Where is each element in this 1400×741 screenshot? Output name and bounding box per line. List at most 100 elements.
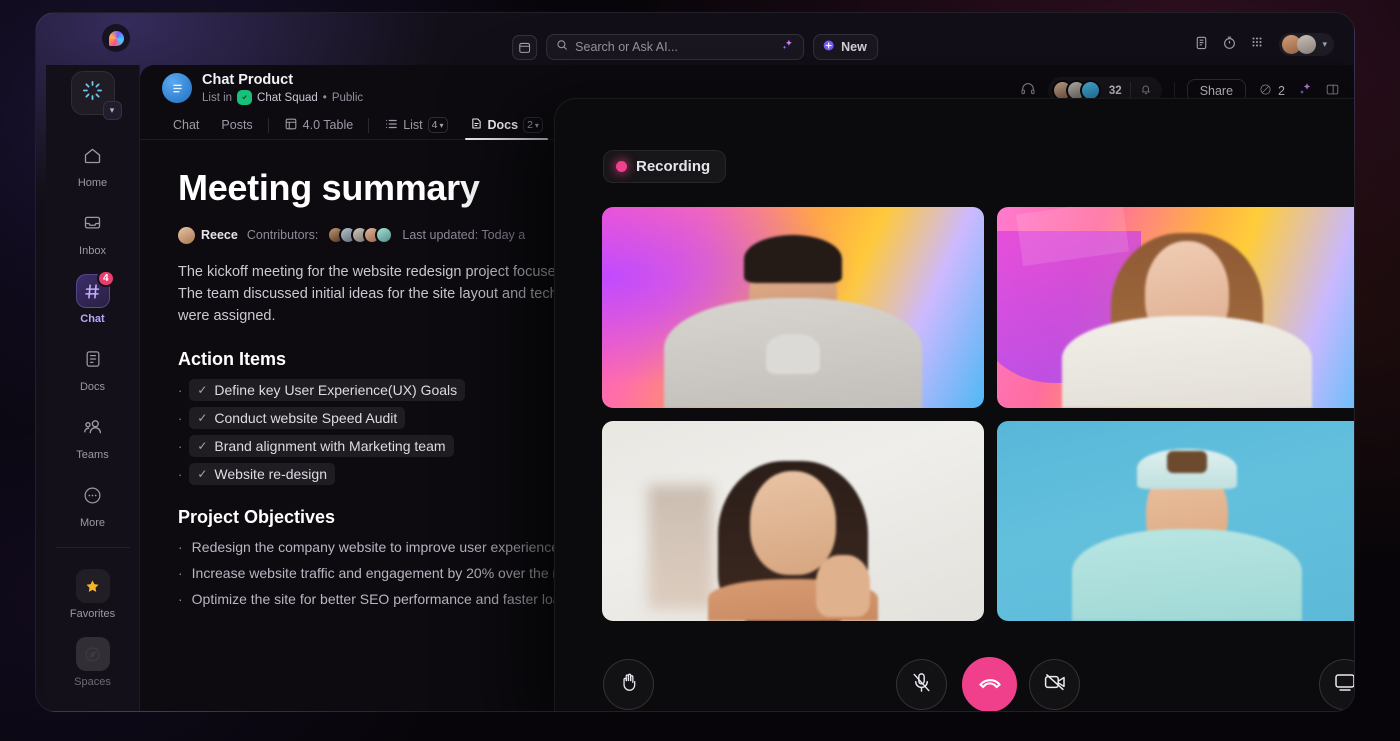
automation-icon[interactable] (1258, 82, 1273, 100)
stopwatch-icon[interactable] (1222, 35, 1237, 55)
star-icon (75, 569, 110, 603)
sidebar-item-more[interactable]: More (46, 471, 139, 535)
home-icon (76, 138, 110, 172)
tab-posts[interactable]: Posts (210, 111, 263, 140)
new-button[interactable]: New (813, 34, 878, 60)
rail-divider (55, 547, 130, 548)
sidebar-item-spaces[interactable]: Spaces (46, 630, 139, 694)
bell-icon[interactable] (1139, 82, 1153, 99)
chevron-down-icon[interactable]: ▾ (102, 101, 122, 120)
clipboard-icon[interactable] (1194, 35, 1209, 55)
left-rail: ▾ Home Inbox 4 Chat Docs Teams More Favo… (46, 65, 140, 711)
bullet-icon: · (178, 382, 183, 398)
contributor-avatars[interactable] (327, 226, 394, 244)
participant-video (602, 421, 984, 621)
share-screen-button[interactable] (1319, 659, 1354, 710)
sidebar-item-teams[interactable]: Teams (46, 403, 139, 467)
hash-icon: 4 (75, 270, 115, 308)
checklist-pill[interactable]: ✓ Brand alignment with Marketing team (189, 435, 454, 458)
loading-spinner-icon (81, 79, 104, 107)
action-item-label: Conduct website Speed Audit (214, 410, 398, 427)
camera-button[interactable] (1029, 659, 1080, 710)
inbox-icon (76, 206, 110, 240)
author-name: Reece (201, 228, 238, 242)
tab-docs[interactable]: Docs 2 ▾ (459, 111, 554, 140)
participant-tile[interactable] (602, 207, 984, 408)
chevron-down-icon: ▾ (1322, 39, 1327, 49)
sidebar-item-home[interactable]: Home (46, 131, 139, 195)
raise-hand-button[interactable] (603, 659, 654, 710)
space-chip-icon (237, 90, 253, 105)
sidebar-item-favorites[interactable]: Favorites (46, 562, 139, 626)
people-icon (76, 410, 110, 444)
participant-tile[interactable] (602, 420, 984, 621)
checklist-pill[interactable]: ✓ Conduct website Speed Audit (189, 407, 406, 430)
participant-tile[interactable] (996, 207, 1355, 408)
calendar-icon[interactable] (512, 34, 538, 60)
sidebar-item-label: Chat (80, 313, 105, 325)
bullet-icon: · (178, 410, 183, 426)
tab-count[interactable]: 2 ▾ (523, 117, 543, 133)
bullet-icon: · (178, 565, 183, 582)
last-updated: Last updated: Today a (402, 228, 526, 242)
participant-tile[interactable] (996, 420, 1354, 621)
sidebar-item-docs[interactable]: Docs (46, 335, 139, 399)
sidebar-item-chat[interactable]: 4 Chat (46, 267, 139, 331)
recording-label: Recording (636, 158, 711, 175)
check-icon: ✓ (197, 439, 208, 454)
split-panel-icon[interactable] (1325, 82, 1340, 100)
workspace-logo-icon[interactable] (102, 24, 130, 52)
divider (1129, 81, 1131, 100)
checklist-pill[interactable]: ✓ Website re-design (189, 463, 335, 486)
phone-hangup-icon (977, 669, 1003, 700)
bullet-icon: · (178, 466, 183, 482)
checklist-pill[interactable]: ✓ Define key User Experience(UX) Goals (189, 379, 466, 402)
chevron-down-icon: ▾ (534, 120, 539, 130)
ai-sparkle-icon[interactable] (780, 38, 794, 57)
search-input[interactable]: Search or Ask AI... (546, 34, 805, 60)
check-icon: ✓ (197, 383, 208, 398)
end-call-button[interactable] (962, 657, 1017, 711)
page-title: Chat Product (202, 72, 294, 88)
workspace-switcher[interactable]: ▾ (70, 71, 122, 120)
sidebar-item-label: Inbox (79, 245, 106, 257)
action-item-label: Website re-design (214, 466, 327, 483)
compass-icon (75, 637, 110, 671)
sidebar-item-label: Docs (79, 381, 106, 393)
action-item-label: Define key User Experience(UX) Goals (214, 382, 458, 399)
microphone-button[interactable] (896, 659, 947, 710)
document-author[interactable]: Reece (178, 226, 238, 244)
breadcrumb-prefix: List in (202, 91, 233, 104)
top-bar-right: ▾ (1194, 33, 1334, 56)
recording-badge: Recording (603, 150, 727, 183)
tab-list[interactable]: List 4 ▾ (373, 111, 458, 140)
sidebar-item-label: Teams (76, 449, 109, 461)
tab-table[interactable]: 4.0 Table (273, 111, 365, 140)
sidebar-item-inbox[interactable]: Inbox (46, 199, 139, 263)
recording-dot-icon (616, 161, 627, 172)
tab-count[interactable]: 4 ▾ (427, 117, 448, 133)
automation-count: 2 (1278, 83, 1285, 98)
tab-chat[interactable]: Chat (162, 111, 210, 140)
sidebar-item-label: Spaces (74, 676, 111, 688)
document-icon (470, 117, 483, 133)
participant-video (997, 207, 1355, 408)
breadcrumb: List in Chat Squad • Public (202, 90, 363, 105)
sidebar-item-label: Favorites (69, 608, 116, 620)
sidebar-item-label: More (79, 517, 106, 529)
sidebar-item-label: Home (77, 177, 108, 189)
document-icon (76, 342, 110, 376)
tab-label: 4.0 Table (302, 118, 354, 132)
apps-grid-icon[interactable] (1250, 35, 1264, 54)
participant-grid (602, 207, 1355, 621)
top-bar: Search or Ask AI... New ▾ (36, 13, 1354, 65)
chevron-down-icon: ▾ (439, 120, 444, 130)
video-call-panel: Recording (554, 98, 1355, 711)
table-icon (284, 117, 298, 134)
search-placeholder: Search or Ask AI... (575, 40, 678, 54)
list-icon (384, 117, 398, 134)
user-avatar-menu[interactable]: ▾ (1279, 33, 1334, 56)
avatar (1297, 35, 1317, 54)
space-name[interactable]: Chat Squad (257, 92, 318, 104)
tab-count-value: 2 (527, 119, 533, 131)
